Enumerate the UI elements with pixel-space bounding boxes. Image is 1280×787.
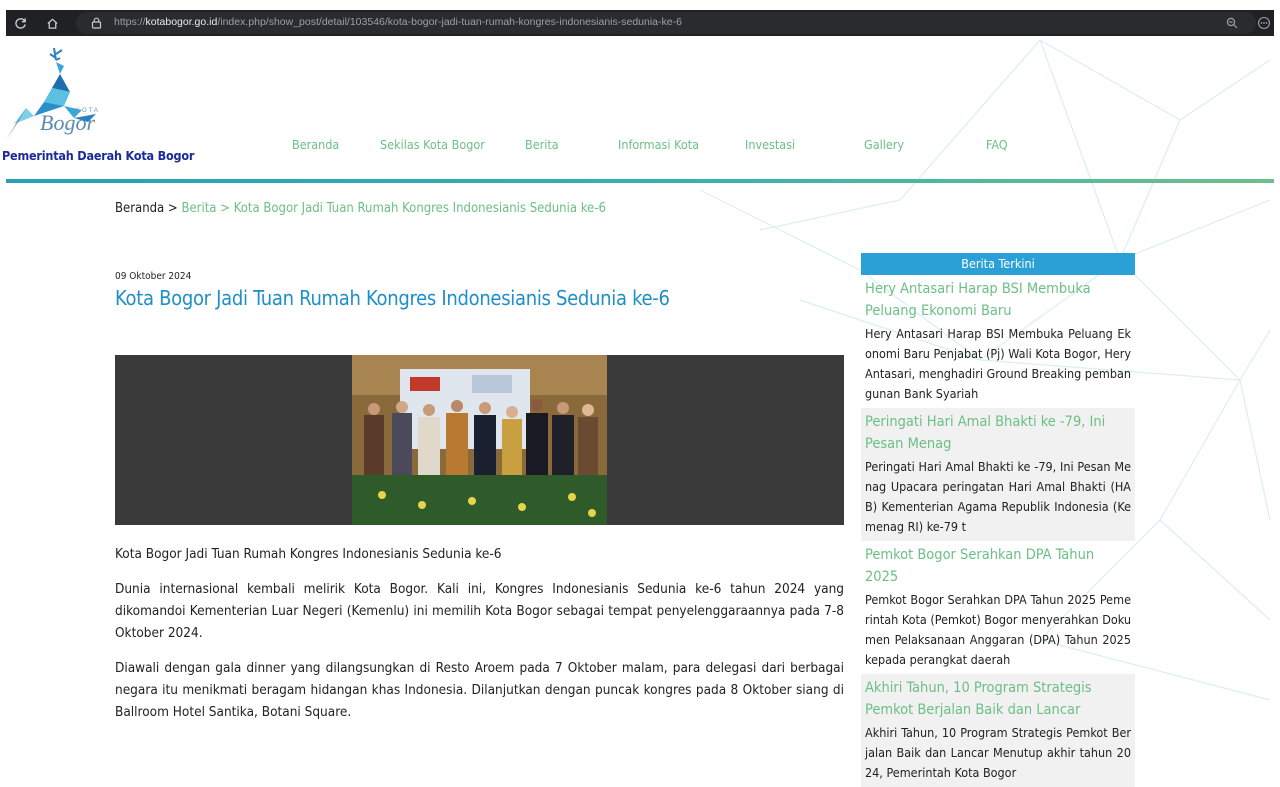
news-item-excerpt: Akhiri Tahun, 10 Program Strategis Pemko… — [865, 725, 1131, 780]
article-body: Kota Bogor Jadi Tuan Rumah Kongres Indon… — [115, 543, 844, 736]
site-logo[interactable]: KOTA Bogor — [4, 44, 114, 148]
url-path: /index.php/show_post/detail/103546/kota-… — [217, 16, 682, 28]
article-photo-frame — [115, 355, 844, 525]
breadcrumb-current: Kota Bogor Jadi Tuan Rumah Kongres Indon… — [233, 201, 606, 216]
news-item: Hery Antasari Harap BSI Membuka Peluang … — [861, 275, 1135, 408]
article-photo[interactable] — [352, 355, 607, 525]
article-paragraph: Kota Bogor Jadi Tuan Rumah Kongres Indon… — [115, 546, 502, 562]
article-paragraph: Dunia internasional kembali melirik Kota… — [115, 581, 844, 641]
news-item: Akhiri Tahun, 10 Program Strategis Pemko… — [861, 674, 1135, 787]
header-divider — [6, 179, 1274, 183]
logo-script-text: Bogor — [40, 110, 95, 135]
nav-gallery[interactable]: Gallery — [864, 137, 904, 152]
news-item-title[interactable]: Akhiri Tahun, 10 Program Strategis Pemko… — [865, 677, 1131, 721]
breadcrumb-home[interactable]: Beranda — [115, 201, 164, 216]
news-item-title[interactable]: Hery Antasari Harap BSI Membuka Peluang … — [865, 278, 1131, 322]
nav-investasi[interactable]: Investasi — [745, 137, 795, 152]
government-name: Pemerintah Daerah Kota Bogor — [2, 148, 195, 163]
news-item-excerpt: Pemkot Bogor Serahkan DPA Tahun 2025 Pem… — [865, 592, 1131, 667]
news-item: Peringati Hari Amal Bhakti ke -79, Ini P… — [861, 408, 1135, 541]
news-item-title[interactable]: Peringati Hari Amal Bhakti ke -79, Ini P… — [865, 411, 1131, 455]
breadcrumb: Beranda > Berita > Kota Bogor Jadi Tuan … — [115, 201, 606, 216]
news-item-title[interactable]: Pemkot Bogor Serahkan DPA Tahun 2025 — [865, 544, 1131, 588]
article-paragraph: Diawali dengan gala dinner yang dilangsu… — [115, 660, 844, 720]
nav-berita[interactable]: Berita — [525, 137, 559, 152]
nav-sekilas-kota-bogor[interactable]: Sekilas Kota Bogor — [380, 137, 485, 152]
lock-icon[interactable] — [86, 13, 106, 33]
breadcrumb-separator: > — [216, 201, 234, 216]
breadcrumb-separator: > — [164, 201, 182, 216]
news-item-excerpt: Hery Antasari Harap BSI Membuka Peluang … — [865, 326, 1131, 401]
nav-informasi-kota[interactable]: Informasi Kota — [618, 137, 699, 152]
home-icon[interactable] — [42, 13, 62, 33]
latest-news-sidebar: Berita Terkini Hery Antasari Harap BSI M… — [861, 253, 1135, 787]
news-item: Pemkot Bogor Serahkan DPA Tahun 2025 Pem… — [861, 541, 1135, 674]
reload-icon[interactable] — [10, 13, 30, 33]
url-domain: kotabogor.go.id — [145, 16, 218, 28]
sidebar-heading: Berita Terkini — [861, 253, 1135, 275]
nav-beranda[interactable]: Beranda — [292, 137, 339, 152]
zoom-icon[interactable] — [1222, 13, 1242, 33]
more-options-icon[interactable] — [1254, 13, 1274, 33]
url-text[interactable]: https://kotabogor.go.id/index.php/show_p… — [114, 16, 682, 28]
browser-toolbar: https://kotabogor.go.id/index.php/show_p… — [6, 10, 1274, 36]
news-item-excerpt: Peringati Hari Amal Bhakti ke -79, Ini P… — [865, 459, 1131, 534]
article-title: Kota Bogor Jadi Tuan Rumah Kongres Indon… — [115, 286, 670, 310]
article-date: 09 Oktober 2024 — [115, 271, 192, 282]
url-scheme: https:// — [114, 16, 146, 28]
breadcrumb-section[interactable]: Berita — [181, 201, 216, 216]
nav-faq[interactable]: FAQ — [986, 137, 1008, 152]
